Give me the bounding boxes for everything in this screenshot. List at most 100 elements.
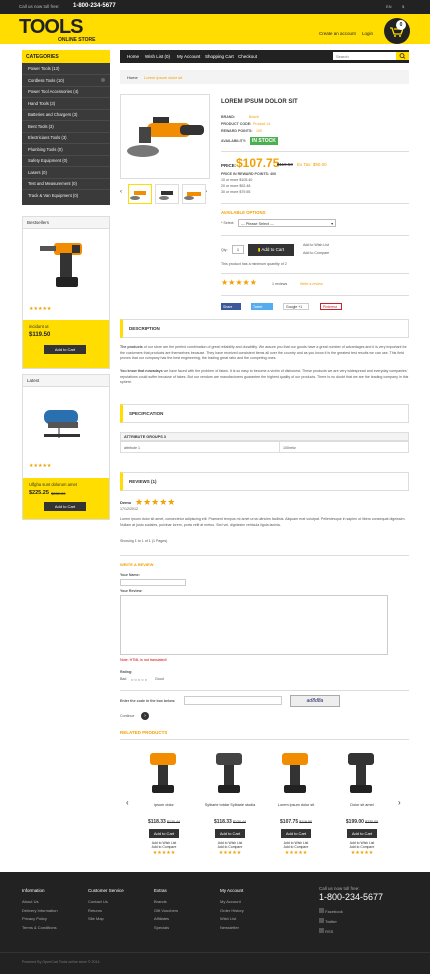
related-compare-link[interactable]: Add to Compare (336, 845, 388, 849)
footer-link[interactable]: Affiliates (154, 916, 178, 921)
related-product-image[interactable] (204, 745, 256, 797)
continue-label[interactable]: Continue (120, 714, 134, 718)
qty-input[interactable]: 1 (232, 245, 244, 254)
footer-link[interactable]: About Us (22, 899, 58, 904)
footer-link[interactable]: Returns (88, 908, 124, 913)
related-product-name[interactable]: Dolor sit amet (336, 803, 388, 813)
jigsaw-product-image[interactable] (38, 396, 88, 446)
thumbnail-2[interactable] (155, 184, 179, 204)
rating-good-label: Good (155, 677, 164, 681)
category-item[interactable]: Bent Tools (3) (28, 124, 54, 129)
latest-product-name[interactable]: Ulfgha sunt dolorum amet (29, 482, 77, 487)
language-selector[interactable]: EN (386, 4, 392, 9)
drill-product-image[interactable] (34, 235, 94, 295)
category-item[interactable]: Cordless Tools (10) (28, 78, 64, 83)
footer-link[interactable]: Gift Vouchers (154, 908, 178, 913)
breadcrumb-home[interactable]: Home (127, 75, 138, 80)
footer-link[interactable]: Newsletter (220, 925, 244, 930)
related-compare-link[interactable]: Add to Compare (138, 845, 190, 849)
category-item[interactable]: Plumbing Tools (0) (28, 147, 63, 152)
footer-link[interactable]: Specials (154, 925, 178, 930)
bestsellers-add-to-cart[interactable]: Add to Cart (44, 345, 86, 354)
rating-radio-group[interactable]: ○○○○○ (131, 677, 148, 682)
tab-reviews[interactable]: REVIEWS (1) (120, 472, 409, 491)
related-product-name[interactable]: Sylbarie totdar Sylbarie stodia (204, 803, 256, 813)
continue-arrow-icon[interactable]: › (141, 712, 149, 720)
related-add-to-cart[interactable]: Add to Cart (215, 829, 245, 838)
footer-link[interactable]: Contact Us (88, 899, 124, 904)
category-item[interactable]: Test and Measurement (0) (28, 181, 77, 186)
logo-main[interactable]: TOOLS (19, 17, 84, 37)
related-prev-arrow[interactable]: ‹ (126, 798, 129, 807)
footer-social-rss[interactable]: RSS (319, 928, 333, 934)
related-compare-link[interactable]: Add to Compare (204, 845, 256, 849)
footer-account-title: My Account (220, 888, 244, 893)
write-review-link[interactable]: Write a review (300, 282, 323, 286)
nav-cart[interactable]: Shopping Cart (205, 54, 234, 59)
review-textarea[interactable] (120, 595, 388, 655)
nav-account[interactable]: My Account (177, 54, 200, 59)
brand-value[interactable]: Bosch (249, 115, 259, 119)
google-plus-button[interactable]: Google +1 (283, 303, 309, 310)
footer-link[interactable]: Site Map (88, 916, 124, 921)
facebook-share-button[interactable]: Share (221, 303, 241, 310)
footer-link[interactable]: Order History (220, 908, 244, 913)
related-product-name[interactable]: ipsum dolor (138, 803, 190, 813)
create-account-link[interactable]: Create an account (319, 31, 356, 36)
grinder-thumb-icon (130, 191, 146, 200)
add-compare-link[interactable]: Add to Compare (303, 251, 329, 255)
login-link[interactable]: Login (362, 31, 373, 36)
product-main-image[interactable] (120, 94, 210, 179)
tab-description[interactable]: DESCRIPTION (120, 319, 409, 338)
thumbnail-1[interactable] (128, 184, 152, 204)
thumbnail-3[interactable] (182, 184, 206, 204)
related-product-image[interactable] (138, 745, 190, 797)
related-add-to-cart[interactable]: Add to Cart (347, 829, 377, 838)
ex-tax: Ex Tax: $90.00 (297, 162, 327, 167)
footer-link[interactable]: Terms & Conditions (22, 925, 58, 930)
footer-link[interactable]: Delivery Information (22, 908, 58, 913)
footer-link[interactable]: Wish List (220, 916, 244, 921)
bestsellers-product-name[interactable]: incidunt ut (29, 324, 49, 329)
pinterest-button[interactable]: Pinterest (320, 303, 342, 310)
category-item[interactable]: Batteries and Chargers (3) (28, 112, 77, 117)
footer-social-facebook[interactable]: Facebook (319, 908, 343, 914)
category-item[interactable]: Electricians Tools (3) (28, 135, 67, 140)
footer-social-twitter[interactable]: Twitter (319, 918, 337, 924)
related-compare-link[interactable]: Add to Compare (270, 845, 322, 849)
footer-link[interactable]: My Account (220, 899, 244, 904)
category-item[interactable]: Lasers (0) (28, 170, 47, 175)
twitter-tweet-button[interactable]: Tweet (251, 303, 273, 310)
related-add-to-cart[interactable]: Add to Cart (281, 829, 311, 838)
currency-selector[interactable]: $ (402, 4, 404, 9)
grinder-thumb-icon (184, 192, 201, 200)
tab-specification[interactable]: SPECIFICATION (120, 404, 409, 423)
review-text: Lorem ipsum dolor sit amet, consectetur … (120, 517, 406, 527)
nav-home[interactable]: Home (127, 54, 139, 59)
search-input[interactable] (333, 52, 396, 60)
expand-category-icon[interactable] (101, 78, 105, 82)
category-item[interactable]: Power Tool Accessories (4) (28, 89, 78, 94)
related-add-to-cart[interactable]: Add to Cart (149, 829, 179, 838)
nav-wishlist[interactable]: Wish List (0) (145, 54, 170, 59)
related-product-name[interactable]: Lorem ipsum dolor sit (270, 803, 322, 813)
option-select[interactable]: --- Please Select --- ▾ (238, 219, 336, 227)
review-name-input[interactable] (120, 579, 186, 586)
captcha-input[interactable] (184, 696, 282, 705)
nav-checkout[interactable]: Checkout (238, 54, 257, 59)
add-to-cart-button[interactable]: ▮ Add to Cart (248, 244, 294, 256)
thumbnail-prev-arrow[interactable]: ‹ (120, 189, 122, 195)
related-next-arrow[interactable]: › (398, 798, 401, 807)
category-item[interactable]: Power Tools (13) (28, 66, 59, 71)
related-product-image[interactable] (270, 745, 322, 797)
reviews-count-link[interactable]: 1 reviews (272, 282, 287, 286)
category-item[interactable]: Hand Tools (3) (28, 101, 55, 106)
category-item[interactable]: Track & Van Equipment (0) (28, 193, 78, 198)
latest-add-to-cart[interactable]: Add to Cart (44, 502, 86, 511)
footer-link[interactable]: Privacy Policy (22, 916, 58, 921)
related-product-image[interactable] (336, 745, 388, 797)
search-button[interactable] (396, 52, 409, 60)
add-wishlist-link[interactable]: Add to Wish List (303, 243, 329, 247)
category-item[interactable]: Safety Equipment (0) (28, 158, 67, 163)
footer-link[interactable]: Brands (154, 899, 178, 904)
